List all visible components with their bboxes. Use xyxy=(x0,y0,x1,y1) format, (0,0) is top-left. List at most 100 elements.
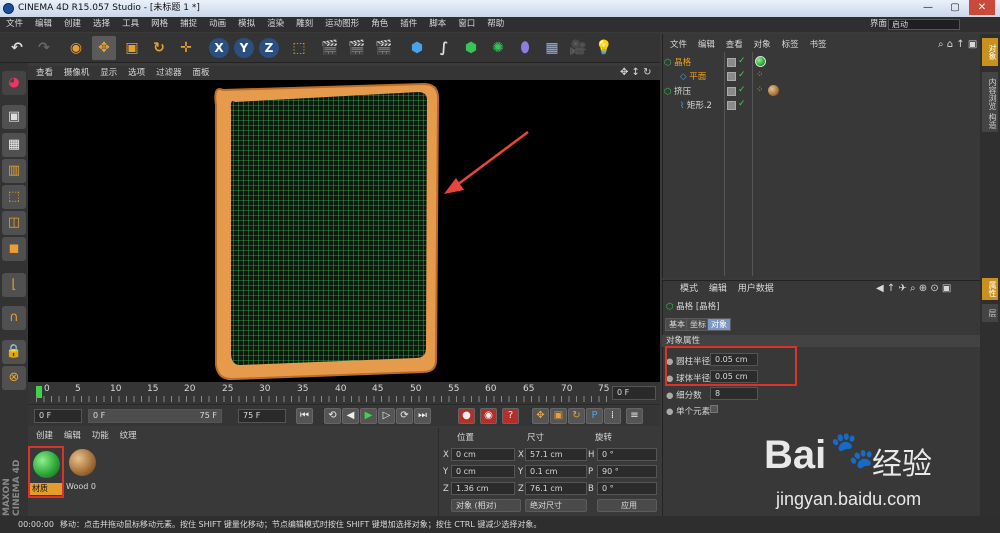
polygons-mode-icon[interactable]: ◼ xyxy=(2,237,26,261)
undo-icon[interactable]: ↶ xyxy=(5,36,29,60)
attr-nav-icons[interactable]: ◀ ↑ ✈ ⌕ ⊕ ⊙ ▣ xyxy=(876,282,951,296)
rotation-h-field[interactable]: 0 ° xyxy=(597,448,657,461)
attr-menu-edit[interactable]: 编辑 xyxy=(709,284,727,294)
x-axis-lock-button[interactable]: X xyxy=(209,38,229,58)
next-key-icon[interactable]: ⟳ xyxy=(396,408,413,424)
menu-help[interactable]: 帮助 xyxy=(481,19,510,29)
menu-edit[interactable]: 编辑 xyxy=(29,19,58,29)
axis-mode-icon[interactable]: ⌊ xyxy=(2,273,26,297)
minimize-button[interactable]: — xyxy=(915,0,941,15)
viewport-menu-filter[interactable]: 过滤器 xyxy=(156,68,182,78)
size-x-field[interactable]: 57.1 cm xyxy=(525,448,587,461)
render-view-icon[interactable]: 🎬 xyxy=(318,36,342,60)
record-keys-icon[interactable]: ● xyxy=(458,408,475,424)
planar-workplane-icon[interactable]: ⊗ xyxy=(2,366,26,390)
menu-select[interactable]: 选择 xyxy=(87,19,116,29)
make-editable-icon[interactable]: ◕ xyxy=(2,71,26,95)
transform-tool-icon[interactable]: ✛ xyxy=(174,36,198,60)
goto-start-icon[interactable]: ⏮ xyxy=(296,408,313,424)
prev-key-icon[interactable]: ⟲ xyxy=(324,408,341,424)
menu-plugins[interactable]: 插件 xyxy=(394,19,423,29)
rotation-p-field[interactable]: 90 ° xyxy=(597,465,657,478)
floor-scene-icon[interactable]: ▦ xyxy=(540,36,564,60)
camera-icon[interactable]: 🎥 xyxy=(566,36,590,60)
menu-simulate[interactable]: 模拟 xyxy=(232,19,261,29)
play-icon[interactable]: ▶ xyxy=(360,408,377,424)
next-frame-icon[interactable]: ▷ xyxy=(378,408,395,424)
deformer-icon[interactable]: ⬮ xyxy=(513,36,537,60)
om-menu-object[interactable]: 对象 xyxy=(754,40,771,50)
3d-viewport[interactable] xyxy=(28,80,660,382)
position-y-field[interactable]: 0 cm xyxy=(451,465,515,478)
model-mode-icon[interactable]: ▣ xyxy=(2,105,26,129)
maximize-button[interactable]: ▢ xyxy=(942,0,968,15)
enabled-check[interactable]: ✓ xyxy=(738,56,746,66)
redo-icon[interactable]: ↷ xyxy=(32,36,56,60)
menu-sculpt[interactable]: 雕刻 xyxy=(290,19,319,29)
side-tab-layers[interactable]: 层 xyxy=(982,304,998,322)
menu-mesh[interactable]: 网格 xyxy=(145,19,174,29)
preview-range-slider[interactable]: 0 F 75 F xyxy=(88,409,222,423)
end-frame-field[interactable]: 75 F xyxy=(238,409,286,423)
coordinate-mode-select[interactable]: 对象 (相对) xyxy=(451,499,521,512)
y-axis-lock-button[interactable]: Y xyxy=(234,38,254,58)
cube-primitive-icon[interactable]: ⬢ xyxy=(405,36,429,60)
om-menu-edit[interactable]: 编辑 xyxy=(698,40,715,50)
layout-select[interactable]: 启动 xyxy=(888,19,960,30)
visibility-flag[interactable] xyxy=(727,101,736,110)
workplane-mode-icon[interactable]: ▥ xyxy=(2,159,26,183)
timeline-menu-icon[interactable]: ≡ xyxy=(626,408,643,424)
rotation-b-field[interactable]: 0 ° xyxy=(597,482,657,495)
z-axis-lock-button[interactable]: Z xyxy=(259,38,279,58)
material-tag-green[interactable] xyxy=(755,56,766,67)
size-y-field[interactable]: 0.1 cm xyxy=(525,465,587,478)
subdivision-surface-icon[interactable]: ⬢ xyxy=(459,36,483,60)
om-search-icon[interactable]: ⌕ ⌂ ↑ ▣ xyxy=(938,38,977,52)
keyframe-selection-icon[interactable]: ? xyxy=(502,408,519,424)
visibility-flag[interactable] xyxy=(727,87,736,96)
size-z-field[interactable]: 76.1 cm xyxy=(525,482,587,495)
visibility-flag[interactable] xyxy=(727,58,736,67)
rotate-tool-icon[interactable]: ↻ xyxy=(147,36,171,60)
menu-create[interactable]: 创建 xyxy=(58,19,87,29)
key-scale-icon[interactable]: ▣ xyxy=(550,408,567,424)
menu-render[interactable]: 渲染 xyxy=(261,19,290,29)
subdivision-field[interactable]: 8 xyxy=(710,387,758,400)
menu-snap[interactable]: 捕捉 xyxy=(174,19,203,29)
start-frame-field[interactable]: 0 F xyxy=(34,409,82,423)
side-tab-structure[interactable]: 构造 xyxy=(982,110,998,132)
lock-workplane-icon[interactable]: 🔒 xyxy=(2,340,26,364)
coordinate-system-icon[interactable]: ⬚ xyxy=(287,36,311,60)
single-element-checkbox[interactable] xyxy=(710,405,718,413)
om-menu-view[interactable]: 查看 xyxy=(726,40,743,50)
om-menu-tags[interactable]: 标签 xyxy=(782,40,799,50)
om-menu-file[interactable]: 文件 xyxy=(670,40,687,50)
edges-mode-icon[interactable]: ◫ xyxy=(2,211,26,235)
move-tool-icon[interactable]: ✥ xyxy=(92,36,116,60)
material-item-selected[interactable]: 材质 xyxy=(28,446,64,498)
key-position-icon[interactable]: ✥ xyxy=(532,408,549,424)
object-row-rectangle[interactable]: ⌇ 矩形.2 xyxy=(680,99,770,113)
render-settings-icon[interactable]: 🎬 xyxy=(372,36,396,60)
enabled-check[interactable]: ✓ xyxy=(738,99,746,109)
position-x-field[interactable]: 0 cm xyxy=(451,448,515,461)
menu-window[interactable]: 窗口 xyxy=(452,19,481,29)
attr-menu-mode[interactable]: 模式 xyxy=(680,284,698,294)
size-mode-select[interactable]: 绝对尺寸 xyxy=(525,499,587,512)
material-tag-wood[interactable] xyxy=(768,85,779,96)
prev-frame-icon[interactable]: ◀ xyxy=(342,408,359,424)
viewport-menu-camera[interactable]: 摄像机 xyxy=(64,68,90,78)
phong-tag-icon[interactable]: ⁘ xyxy=(756,70,764,80)
close-button[interactable]: ✕ xyxy=(969,0,995,15)
menu-mograph[interactable]: 运动图形 xyxy=(319,19,365,29)
current-frame-field[interactable]: 0 F xyxy=(612,386,656,400)
key-pla-icon[interactable]: ⁞ xyxy=(604,408,621,424)
viewport-menu-options[interactable]: 选项 xyxy=(128,68,145,78)
auto-key-icon[interactable]: ◉ xyxy=(480,408,497,424)
om-menu-bookmarks[interactable]: 书签 xyxy=(809,40,826,50)
live-selection-icon[interactable]: ◉ xyxy=(64,36,88,60)
points-mode-icon[interactable]: ⬚ xyxy=(2,185,26,209)
material-menu-function[interactable]: 功能 xyxy=(92,431,109,441)
material-menu-create[interactable]: 创建 xyxy=(36,431,53,441)
key-parameter-icon[interactable]: P xyxy=(586,408,603,424)
